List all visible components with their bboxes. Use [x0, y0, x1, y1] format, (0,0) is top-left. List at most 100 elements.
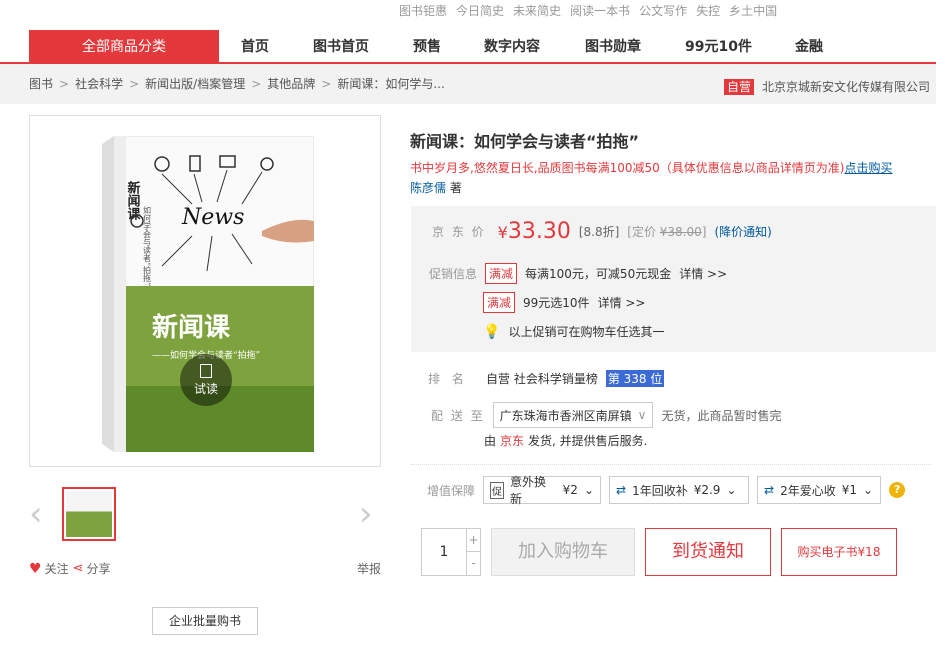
share-link[interactable]: 分享	[86, 560, 110, 577]
service-select-accident[interactable]: 促 意外换新 ¥2 ⌄	[483, 475, 602, 506]
discount-rate: [8.8折]	[578, 225, 620, 239]
promo-buy-link[interactable]: 点击购买	[845, 161, 893, 175]
thumbnail-strip: ‹ ›	[29, 484, 381, 544]
shop-name-link[interactable]: 北京京城新安文化传媒有限公司	[762, 78, 930, 95]
nav-item-finance[interactable]: 金融	[795, 30, 823, 64]
ship-from-shop[interactable]: 京东	[500, 432, 524, 449]
price-drop-notify-link[interactable]: (降价通知)	[714, 223, 771, 240]
shield-icon: 促	[490, 481, 505, 499]
currency-symbol: ¥	[497, 223, 508, 242]
follow-link[interactable]: 关注	[45, 560, 69, 577]
nav-item-presale[interactable]: 预售	[413, 30, 441, 64]
top-links: 图书钜惠 今日简史 未来简史 阅读一本书 公文写作 失控 乡土中国	[399, 2, 777, 19]
list-price-label: [定价	[627, 225, 656, 239]
service-select-recycle-2y[interactable]: ⇄ 2年爱心收 ¥1 ⌄	[757, 476, 882, 504]
price-panel: 京 东 价 ¥33.30 [8.8折] [定价 ¥38.00] (降价通知) 促…	[411, 206, 936, 352]
delivery-row: 配 送 至 广东珠海市香洲区南屏镇 ∨ 无货，此商品暂时售完	[431, 402, 781, 428]
chevron-right-icon: >	[59, 77, 70, 91]
recycle-icon: ⇄	[764, 483, 775, 497]
divider	[411, 464, 931, 465]
service-select-recycle-1y[interactable]: ⇄ 1年回收补 ¥2.9 ⌄	[609, 476, 750, 504]
thumbnail-item[interactable]	[62, 487, 116, 541]
image-actions: ♥ 关注 ⋖ 分享 举报	[29, 560, 381, 577]
author-line: 陈彦儒 著	[410, 179, 462, 196]
bulb-icon: 💡	[483, 323, 501, 340]
buy-ebook-button[interactable]: 购买电子书¥18	[781, 528, 897, 576]
share-icon[interactable]: ⋖	[73, 561, 84, 576]
top-link[interactable]: 公文写作	[639, 2, 687, 19]
book-icon	[200, 364, 212, 378]
chevron-right-icon[interactable]: ›	[359, 494, 373, 534]
breadcrumb-item[interactable]: 新闻出版/档案管理	[145, 64, 245, 104]
top-link[interactable]: 图书钜惠	[399, 2, 447, 19]
chevron-right-icon: >	[321, 77, 332, 91]
breadcrumb-item-current: 新闻课：如何学与...	[337, 77, 445, 91]
chevron-down-icon: ⌄	[863, 483, 874, 497]
help-icon[interactable]: ?	[889, 482, 906, 498]
chevron-down-icon: ⌄	[726, 483, 737, 497]
promo-label: 促销信息	[429, 267, 478, 281]
cover-news-word: News	[181, 205, 244, 230]
top-link[interactable]: 乡土中国	[729, 2, 777, 19]
promo-detail-link[interactable]: 详情 >>	[598, 294, 646, 311]
product-image-box[interactable]: 新闻课 如何学会与读者“拍拖” News 新闻课 ——如何学会与读者“拍拖” 试…	[29, 115, 381, 467]
quantity-plus-button[interactable]: +	[466, 529, 480, 552]
quantity-input[interactable]: 1	[422, 529, 466, 575]
rank-row: 排 名 自营 社会科学销量榜 第 338 位	[428, 370, 665, 387]
breadcrumb-item[interactable]: 社会科学	[75, 64, 123, 104]
top-link[interactable]: 阅读一本书	[570, 2, 630, 19]
shop-info: 自营 北京京城新安文化传媒有限公司	[723, 78, 930, 95]
services-label: 增值保障	[427, 483, 476, 498]
chevron-down-icon: ⌄	[583, 483, 595, 497]
quantity-stepper: 1 + -	[421, 528, 481, 576]
author-suffix: 著	[449, 181, 462, 195]
add-to-cart-button[interactable]: 加入购物车	[491, 528, 635, 576]
chevron-left-icon[interactable]: ‹	[29, 494, 43, 534]
top-link[interactable]: 今日简史	[456, 2, 504, 19]
list-price: ¥38.00	[659, 225, 702, 239]
recycle-icon: ⇄	[616, 483, 627, 497]
heart-icon[interactable]: ♥	[29, 561, 42, 577]
ship-from-row: 由 京东 发货, 并提供售后服务.	[484, 432, 648, 449]
location-select[interactable]: 广东珠海市香洲区南屏镇 ∨	[492, 402, 654, 428]
cover-big-title: 新闻课	[152, 312, 231, 343]
chevron-right-icon: >	[129, 77, 140, 91]
thumbnail-image	[66, 491, 112, 537]
try-read-button[interactable]: 试读	[180, 354, 232, 406]
promo-note: 以上促销可在购物车任选其一	[508, 325, 665, 339]
arrival-notice-button[interactable]: 到货通知	[645, 528, 771, 576]
all-categories-button[interactable]: 全部商品分类	[29, 30, 219, 64]
product-title: 新闻课：如何学会与读者“拍拖”	[410, 132, 640, 151]
cover-vertical-subtitle: 如何学会与读者“拍拖”	[143, 205, 152, 286]
rank-label: 排 名	[428, 372, 468, 386]
promo-tag: 满减	[485, 263, 518, 284]
promo-text: 99元选10件	[523, 296, 590, 310]
chevron-down-icon: ∨	[637, 408, 647, 422]
nav-item-99-10[interactable]: 99元10件	[685, 30, 752, 64]
services-row: 增值保障 促 意外换新 ¥2 ⌄ ⇄ 1年回收补 ¥2.9 ⌄ ⇄ 2年爱心收 …	[427, 475, 906, 506]
promo-detail-link[interactable]: 详情 >>	[679, 265, 727, 282]
promo-text: 每满100元，可减50元现金	[525, 267, 672, 281]
nav-item-home[interactable]: 首页	[241, 30, 269, 64]
breadcrumb-item[interactable]: 图书	[29, 64, 53, 104]
rank-text[interactable]: 自营 社会科学销量榜	[486, 370, 598, 387]
breadcrumb-item[interactable]: 其他品牌	[267, 64, 315, 104]
price-label: 京 东 价	[432, 225, 486, 239]
rank-position: 第 338 位	[605, 370, 665, 387]
self-operated-badge: 自营	[723, 78, 754, 95]
main-nav: 全部商品分类 首页 图书首页 预售 数字内容 图书勋章 99元10件 金融	[0, 30, 936, 64]
quantity-minus-button[interactable]: -	[466, 552, 480, 575]
report-link[interactable]: 举报	[357, 560, 381, 577]
nav-item-book-home[interactable]: 图书首页	[313, 30, 369, 64]
price-value: 33.30	[507, 219, 571, 244]
delivery-label: 配 送 至	[431, 408, 485, 423]
top-link[interactable]: 失控	[696, 2, 720, 19]
chevron-right-icon: >	[251, 77, 262, 91]
author-link[interactable]: 陈彦儒	[410, 181, 446, 195]
breadcrumb: 图书 > 社会科学 > 新闻出版/档案管理 > 其他品牌 > 新闻课：如何学与.…	[0, 64, 936, 104]
promo-line: 书中岁月多,悠然夏日长,品质图书每满100减50（具体优惠信息以商品详情页为准)…	[410, 161, 893, 175]
bulk-buy-button[interactable]: 企业批量购书	[152, 607, 258, 635]
nav-item-medal[interactable]: 图书勋章	[585, 30, 641, 64]
nav-item-digital[interactable]: 数字内容	[484, 30, 540, 64]
top-link[interactable]: 未来简史	[513, 2, 561, 19]
